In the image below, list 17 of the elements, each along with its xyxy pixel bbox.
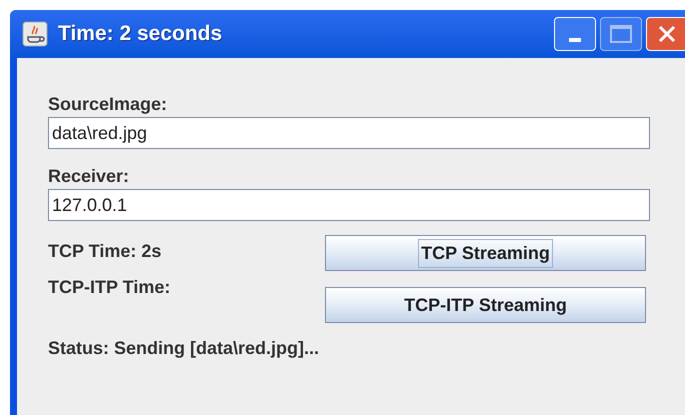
maximize-button[interactable] bbox=[600, 17, 642, 51]
text-field[interactable]: 127.0.0.1 bbox=[48, 189, 650, 221]
time-label: TCP-ITP Time: bbox=[48, 276, 172, 299]
time-label: TCP Time: 2s bbox=[48, 240, 162, 263]
streaming-button[interactable]: TCP Streaming bbox=[325, 235, 646, 271]
coffee-cup-icon bbox=[22, 21, 48, 47]
window-title: Time: 2 seconds bbox=[58, 21, 224, 48]
close-button[interactable] bbox=[646, 17, 685, 51]
field-label: SourceImage: bbox=[48, 93, 168, 116]
minimize-button[interactable] bbox=[554, 17, 596, 51]
minimize-icon bbox=[569, 38, 581, 42]
close-icon bbox=[658, 25, 676, 43]
maximize-icon bbox=[610, 25, 632, 43]
status-text: Status: Sending [data\red.jpg]... bbox=[48, 337, 320, 360]
streaming-button[interactable]: TCP-ITP Streaming bbox=[325, 287, 646, 323]
text-field[interactable]: data\red.jpg bbox=[48, 117, 650, 149]
field-label: Receiver: bbox=[48, 165, 130, 188]
